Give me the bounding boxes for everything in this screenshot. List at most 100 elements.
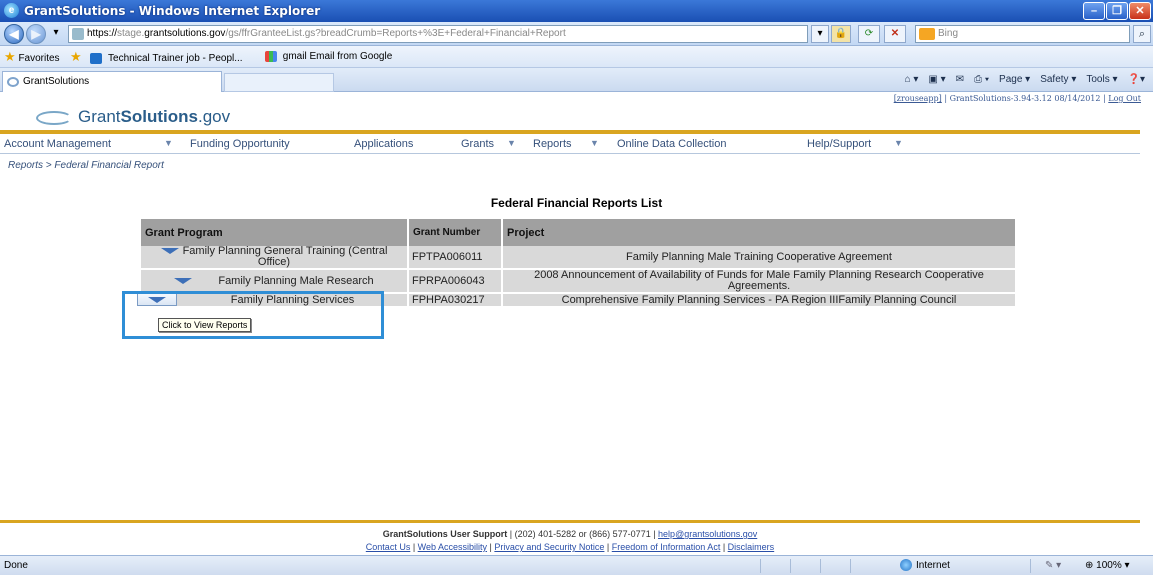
- footer-links: Contact Us | Web Accessibility | Privacy…: [365, 542, 775, 552]
- lock-icon[interactable]: 🔒: [831, 25, 851, 43]
- web-accessibility-link[interactable]: Web Accessibility: [418, 542, 487, 552]
- menu-label: Reports: [533, 138, 572, 150]
- history-dropdown-icon[interactable]: ▾: [48, 25, 64, 43]
- zoom-control[interactable]: ⊕ 100% ▾: [1085, 556, 1130, 575]
- help-menu[interactable]: ❓▾: [1128, 72, 1145, 88]
- footer-divider: [0, 520, 1140, 523]
- security-zone[interactable]: Internet: [900, 556, 950, 575]
- support-label: GrantSolutions User Support: [382, 529, 508, 539]
- logout-link[interactable]: Log Out: [1108, 94, 1141, 103]
- menu-account-management[interactable]: Account Management: [4, 138, 111, 150]
- grant-program-cell: Family Planning General Training (Centra…: [141, 246, 409, 270]
- url-scheme: https://: [87, 28, 118, 39]
- column-header-project: Project: [502, 219, 1017, 246]
- home-icon[interactable]: ⌂ ▾: [905, 72, 919, 88]
- logo-bold: Solutions: [120, 107, 198, 126]
- tab-grantsolutions[interactable]: GrantSolutions: [2, 71, 222, 92]
- print-icon[interactable]: ⎙ ▾: [974, 72, 989, 88]
- project-cell: 2008 Announcement of Availability of Fun…: [502, 269, 1017, 294]
- menu-funding-opportunity[interactable]: Funding Opportunity: [190, 138, 290, 150]
- menu-label: Funding Opportunity: [190, 138, 290, 150]
- menu-label: Account Management: [4, 138, 112, 150]
- new-tab-button[interactable]: [224, 73, 334, 92]
- menu-grants[interactable]: Grants: [461, 138, 494, 150]
- disclaimers-link[interactable]: Disclaimers: [728, 542, 775, 552]
- support-email-link[interactable]: help@grantsolutions.gov: [658, 529, 757, 539]
- breadcrumb: Reports > Federal Financial Report: [8, 160, 164, 171]
- project-cell: Family Planning Male Training Cooperativ…: [502, 246, 1017, 270]
- globe-icon: [900, 559, 912, 572]
- separator: |: [1103, 94, 1106, 103]
- logo-swoosh-icon: [36, 110, 72, 125]
- address-dropdown-icon[interactable]: ▾: [811, 25, 829, 43]
- mail-icon[interactable]: ✉: [956, 72, 964, 88]
- chevron-down-icon[interactable]: ▼: [164, 138, 173, 148]
- refresh-icon[interactable]: ⟳: [858, 25, 880, 43]
- chevron-down-icon[interactable]: ▼: [894, 138, 903, 148]
- back-button[interactable]: ◀: [4, 24, 24, 44]
- url-path: /gs/ffrGranteeList.gs?breadCrumb=Reports…: [225, 28, 566, 39]
- column-header-grant-program: Grant Program: [141, 219, 409, 246]
- table-row: Family Planning General Training (Centra…: [141, 246, 1017, 270]
- minimize-button[interactable]: –: [1083, 2, 1105, 20]
- zoom-level: 100%: [1096, 560, 1122, 571]
- table-row: Family Planning Male Research FPRPA00604…: [141, 269, 1017, 294]
- page-content: [zrouseapp] | GrantSolutions-3.94-3.12 0…: [0, 92, 1153, 555]
- tab-bar: GrantSolutions ⌂ ▾ ▣ ▾ ✉ ⎙ ▾ Page ▾ Safe…: [0, 68, 1153, 92]
- status-divider: [1030, 559, 1031, 573]
- address-toolbar: ◀ ▶ ▾ https://stage.grantsolutions.gov/g…: [0, 22, 1153, 46]
- search-input[interactable]: Bing: [915, 25, 1130, 43]
- favorite-item-technical-trainer[interactable]: ★ Technical Trainer job - Peopl...: [70, 46, 243, 70]
- bing-icon: [919, 28, 935, 40]
- site-logo[interactable]: GrantSolutions.gov: [36, 107, 230, 127]
- feeds-icon[interactable]: ▣ ▾: [928, 72, 945, 88]
- search-placeholder: Bing: [938, 28, 959, 39]
- window-title-bar: e GrantSolutions - Windows Internet Expl…: [0, 0, 1153, 22]
- logo-regular: Grant: [78, 107, 121, 126]
- expand-arrow-icon[interactable]: [160, 248, 179, 255]
- favorite-item-label: Technical Trainer job - Peopl...: [108, 53, 243, 64]
- favorite-item-gmail[interactable]: gmail Email from Google: [265, 46, 392, 68]
- status-divider: [850, 559, 851, 573]
- tools-menu[interactable]: Tools ▾: [1086, 72, 1117, 88]
- footer: GrantSolutions User Support | (202) 401-…: [0, 529, 1140, 552]
- menu-label: Applications: [354, 138, 414, 150]
- favorites-button[interactable]: ★ Favorites: [4, 46, 60, 70]
- menu-reports[interactable]: Reports: [533, 138, 572, 150]
- zone-label: Internet: [916, 560, 950, 571]
- menu-label: Online Data Collection: [617, 138, 727, 150]
- maximize-button[interactable]: ❐: [1106, 2, 1128, 20]
- privacy-notice-link[interactable]: Privacy and Security Notice: [494, 542, 604, 552]
- forward-button[interactable]: ▶: [26, 24, 46, 44]
- url-input[interactable]: https://stage.grantsolutions.gov/gs/ffrG…: [68, 25, 808, 43]
- foia-link[interactable]: Freedom of Information Act: [612, 542, 721, 552]
- support-line: GrantSolutions User Support | (202) 401-…: [0, 529, 1140, 539]
- status-divider: [790, 559, 791, 573]
- stop-icon[interactable]: ✕: [884, 25, 906, 43]
- contact-us-link[interactable]: Contact Us: [366, 542, 411, 552]
- menu-help-support[interactable]: Help/Support: [807, 138, 871, 150]
- menu-online-data-collection[interactable]: Online Data Collection: [617, 138, 726, 150]
- window-title: GrantSolutions - Windows Internet Explor…: [24, 4, 321, 18]
- add-favorite-icon: ★: [70, 49, 82, 64]
- menu-applications[interactable]: Applications: [354, 138, 413, 150]
- protected-mode-icon[interactable]: ✎ ▾: [1045, 556, 1061, 575]
- safety-menu[interactable]: Safety ▾: [1040, 72, 1076, 88]
- chevron-down-icon[interactable]: ▼: [590, 138, 599, 148]
- user-link[interactable]: [zrouseapp]: [894, 94, 942, 103]
- favorites-bar: ★ Favorites ★ Technical Trainer job - Pe…: [0, 46, 1153, 68]
- star-icon: ★: [4, 49, 16, 64]
- tooltip: Click to View Reports: [158, 318, 252, 332]
- main-menu: Account Management ▼ Funding Opportunity…: [0, 134, 1140, 154]
- user-info: [zrouseapp] | GrantSolutions-3.94-3.12 0…: [894, 94, 1141, 103]
- tab-favicon-icon: [7, 77, 19, 87]
- chevron-down-icon[interactable]: ▼: [507, 138, 516, 148]
- search-icon[interactable]: ⌕: [1133, 25, 1151, 43]
- separator: |: [944, 94, 948, 103]
- ie-logo-icon: e: [4, 3, 19, 18]
- menu-label: Help/Support: [807, 138, 872, 150]
- page-menu[interactable]: Page ▾: [999, 72, 1030, 88]
- grant-number-cell: FPTPA006011: [408, 246, 503, 270]
- close-window-button[interactable]: ✕: [1129, 2, 1151, 20]
- expand-arrow-icon[interactable]: [174, 277, 193, 284]
